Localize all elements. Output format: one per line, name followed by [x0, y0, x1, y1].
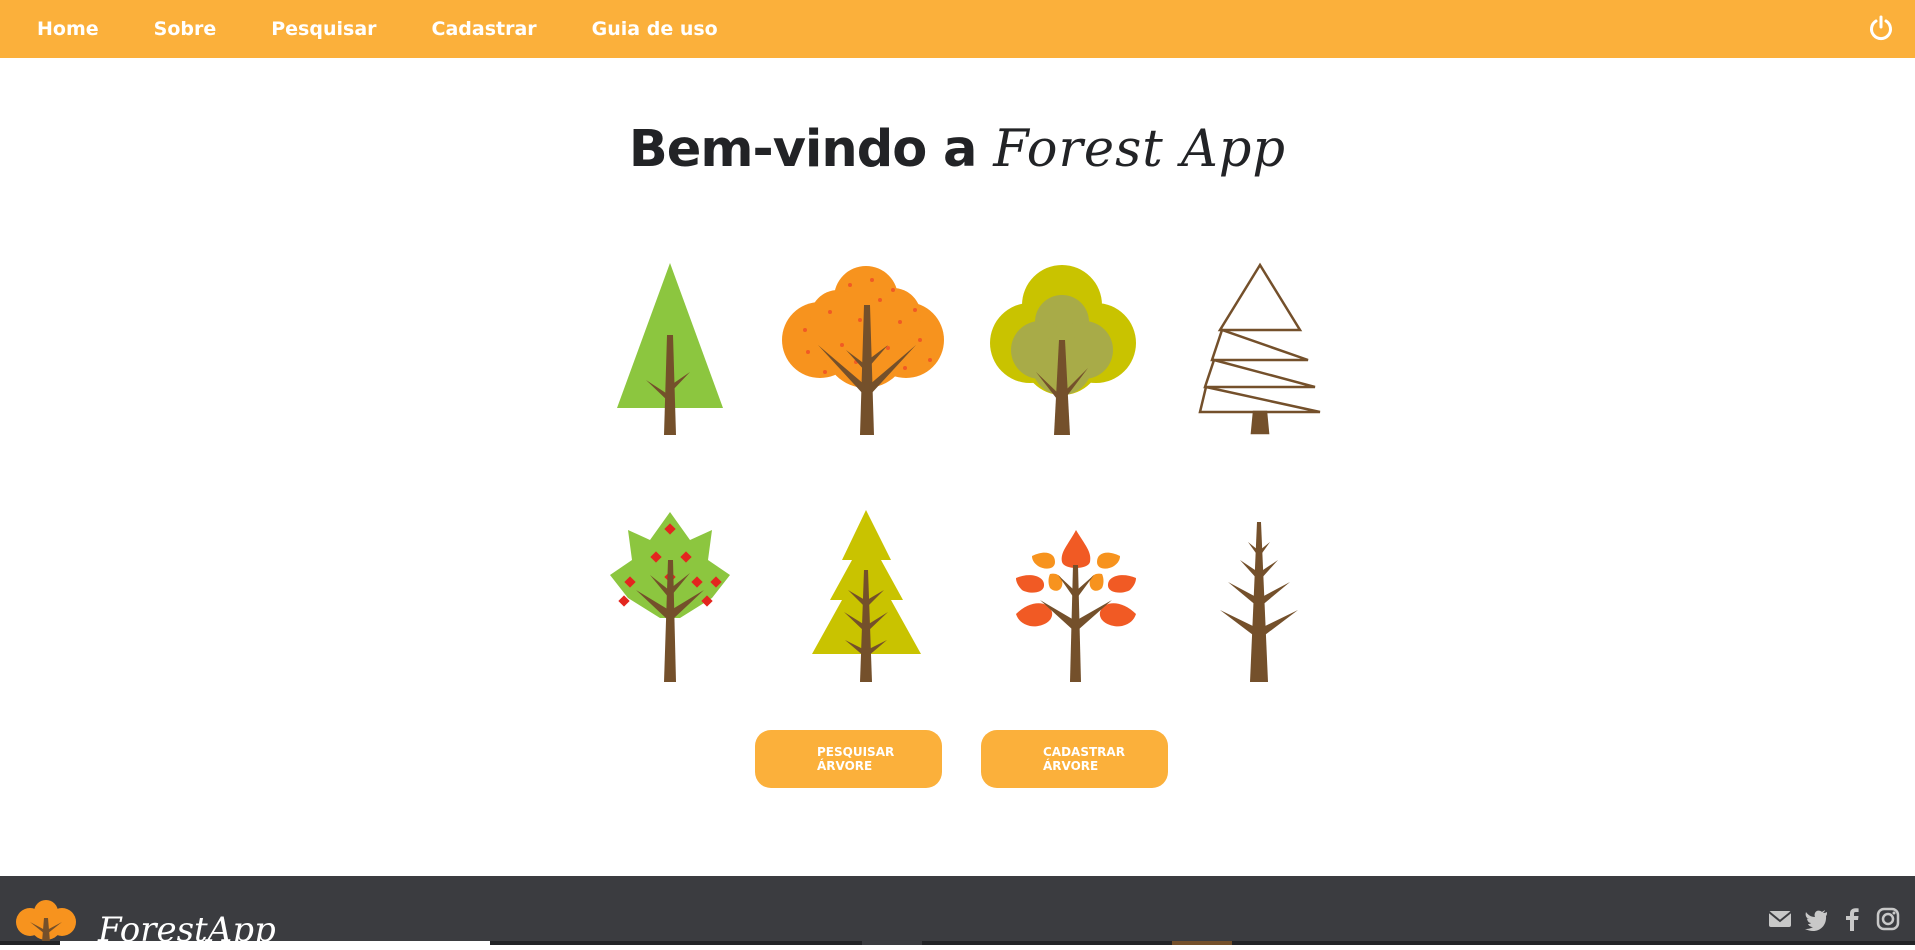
- orange-round-tree-icon: [782, 266, 944, 435]
- page-title-welcome: Bem-vindo a: [628, 120, 994, 179]
- autumn-leaves-tree-icon: [1016, 530, 1136, 682]
- twitter-icon[interactable]: [1803, 906, 1829, 932]
- instagram-icon[interactable]: [1875, 906, 1901, 932]
- page-title: Bem-vindo a Forest App: [0, 120, 1915, 179]
- bare-brown-tree-icon: [1220, 522, 1298, 682]
- footer: ForestApp: [0, 876, 1915, 950]
- bottom-strip-mark-a: [862, 941, 922, 945]
- bottom-strip-input: [60, 941, 490, 945]
- page-title-app-name: Forest App: [993, 120, 1287, 179]
- social-links: [1767, 906, 1901, 932]
- nav-pesquisar[interactable]: Pesquisar: [271, 0, 376, 58]
- search-tree-button[interactable]: PESQUISAR ÁRVORE: [755, 730, 942, 788]
- nav-guia-de-uso[interactable]: Guia de uso: [592, 0, 718, 58]
- logo-tree-icon: [14, 898, 78, 946]
- olive-round-tree-icon: [990, 265, 1136, 435]
- olive-layered-pine-icon: [812, 510, 921, 682]
- green-pine-tree-icon: [617, 263, 723, 435]
- bottom-strip-mark-b: [1172, 941, 1232, 945]
- register-tree-button[interactable]: CADASTRAR ÁRVORE: [981, 730, 1168, 788]
- nav-cadastrar[interactable]: Cadastrar: [432, 0, 537, 58]
- outline-pine-tree-icon: [1198, 262, 1321, 435]
- nav-home[interactable]: Home: [37, 0, 99, 58]
- power-icon[interactable]: [1867, 14, 1895, 42]
- top-navbar: Home Sobre Pesquisar Cadastrar Guia de u…: [0, 0, 1915, 58]
- nav-sobre[interactable]: Sobre: [154, 0, 217, 58]
- green-berry-tree-icon: [610, 512, 730, 682]
- trees-illustration: [610, 262, 1321, 682]
- bottom-strip-left: [0, 941, 60, 945]
- facebook-icon[interactable]: [1839, 906, 1865, 932]
- main-nav: Home Sobre Pesquisar Cadastrar Guia de u…: [0, 0, 718, 58]
- envelope-icon[interactable]: [1767, 906, 1793, 932]
